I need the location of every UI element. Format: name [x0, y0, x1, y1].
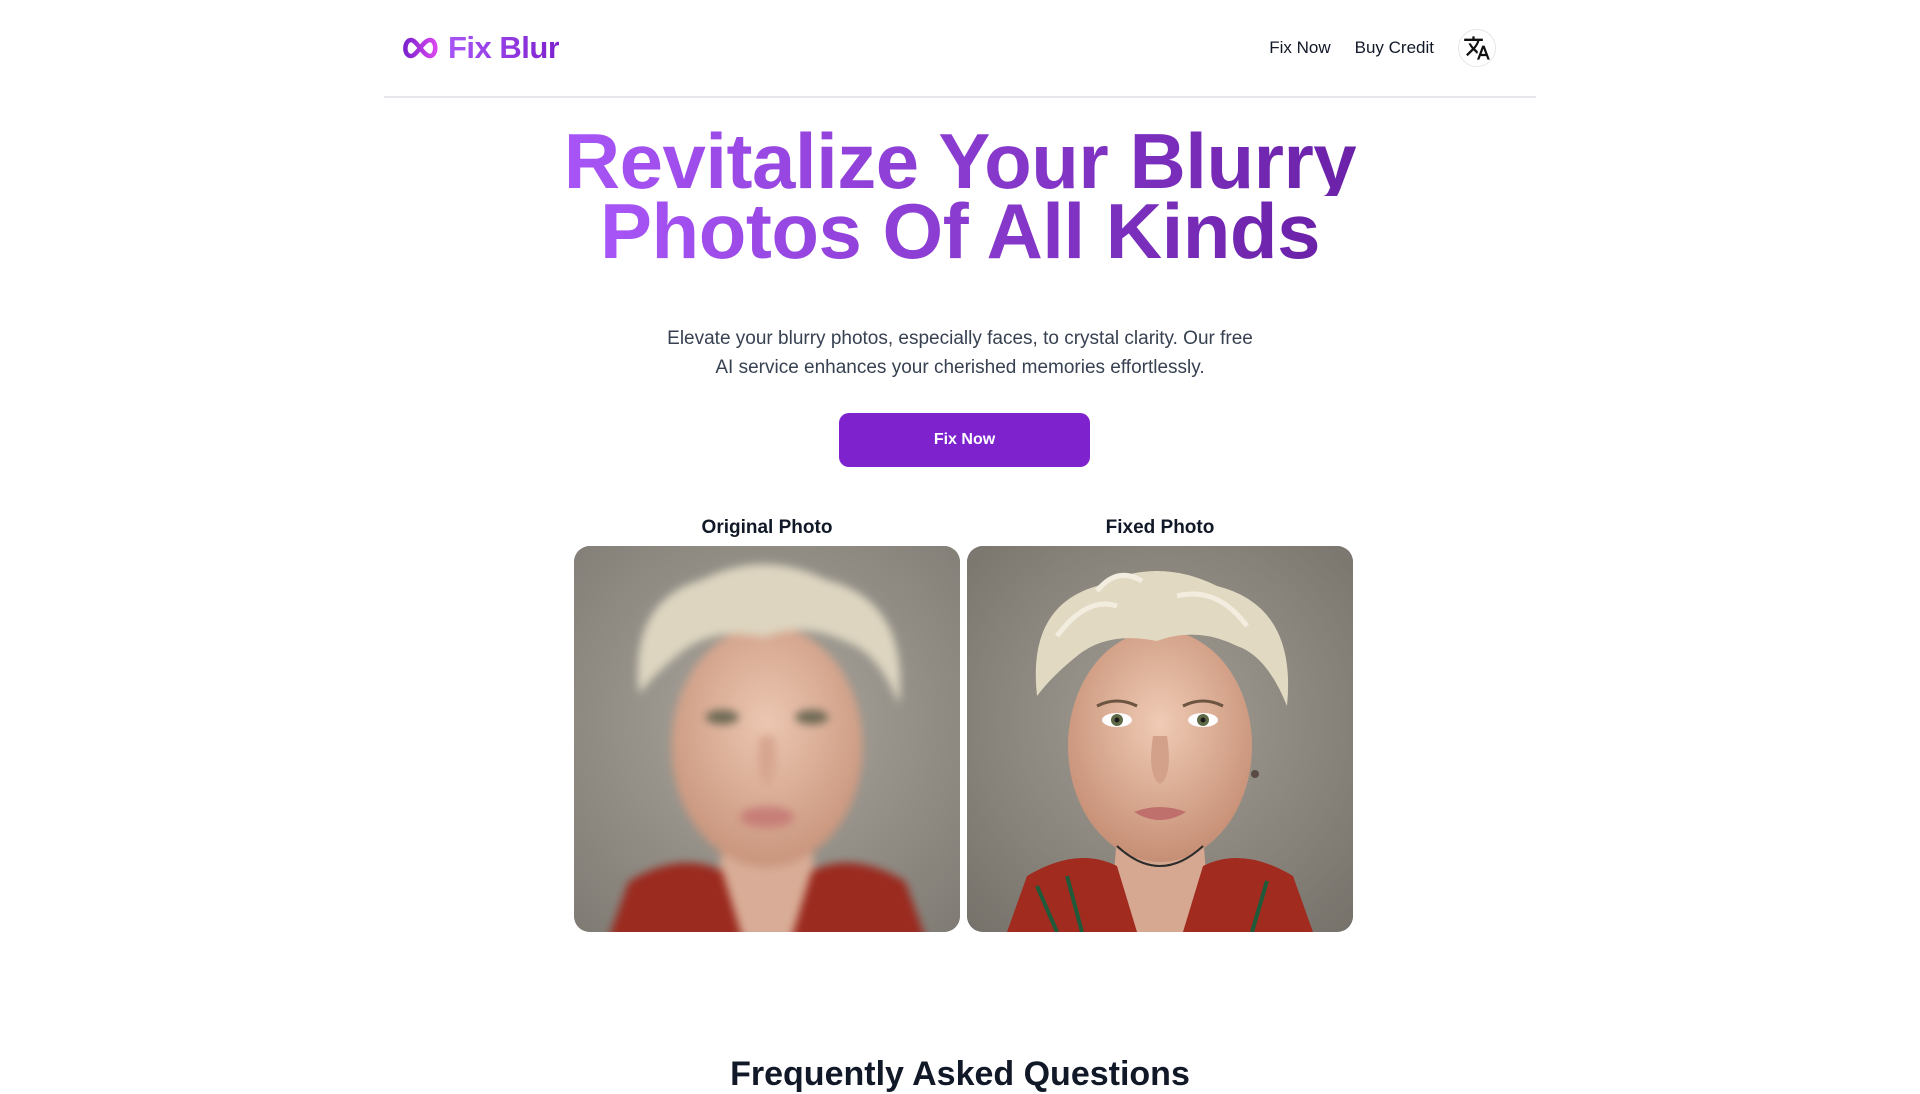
faq-heading: Frequently Asked Questions [730, 1055, 1190, 1093]
fixed-photo-label: Fixed Photo [1105, 517, 1215, 538]
fixed-photo-panel: Fixed Photo [967, 516, 1353, 932]
site-header: Fix Blur Fix Now Buy Credit [384, 0, 1536, 98]
translate-icon [1464, 36, 1490, 60]
hero-title-line-1: Revitalize Your Blurry [563, 117, 1357, 205]
main-nav: Fix Now Buy Credit [1269, 26, 1496, 70]
original-photo-image [574, 546, 960, 932]
fixed-photo-image [967, 546, 1353, 932]
nav-fix-now-link[interactable]: Fix Now [1269, 38, 1330, 58]
fix-now-button[interactable]: Fix Now [839, 413, 1090, 467]
hero-title: Revitalize Your Blurry Photos Of All Kin… [460, 117, 1460, 275]
language-switcher-button[interactable] [1458, 29, 1496, 67]
original-photo-label: Original Photo [701, 517, 833, 538]
brand-name: Fix Blur [448, 30, 560, 65]
infinity-logo-icon [403, 37, 438, 59]
nav-buy-credit-link[interactable]: Buy Credit [1355, 38, 1434, 58]
hero-description: Elevate your blurry photos, especially f… [667, 328, 1253, 378]
original-photo-panel: Original Photo [574, 516, 960, 932]
brand-logo[interactable]: Fix Blur [400, 28, 560, 68]
hero-title-line-2: Photos Of All Kinds [600, 187, 1320, 275]
